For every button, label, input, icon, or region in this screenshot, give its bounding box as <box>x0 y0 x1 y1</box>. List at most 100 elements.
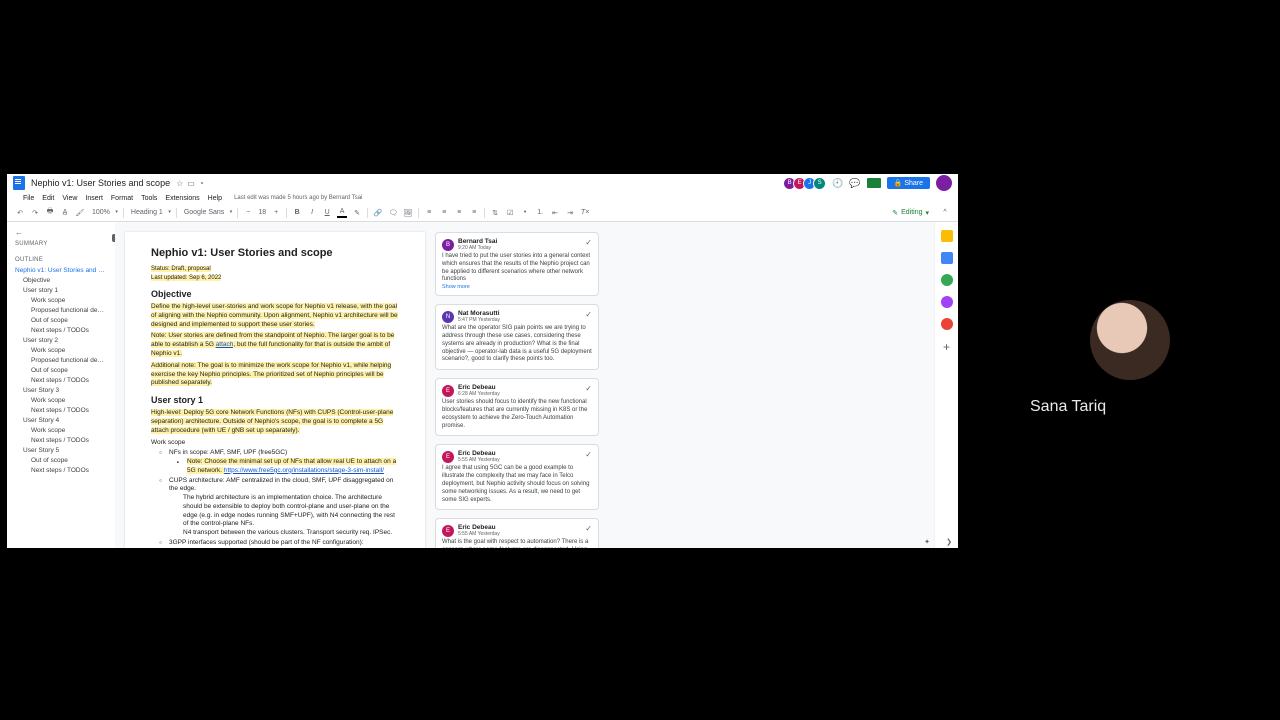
zoom-select[interactable]: 100% <box>90 209 118 216</box>
checklist-button[interactable]: ☑ <box>505 208 515 218</box>
outline-item[interactable]: Work scope <box>9 395 113 405</box>
align-center-button[interactable]: ≡ <box>439 208 449 218</box>
resolve-icon[interactable]: ✓ <box>585 384 592 393</box>
outline-item[interactable]: User story 1 <box>9 285 113 295</box>
outline-collapse-icon[interactable]: ← <box>9 226 113 239</box>
resolve-icon[interactable]: ✓ <box>585 238 592 247</box>
account-avatar[interactable] <box>936 175 952 191</box>
highlight-button[interactable]: ✎ <box>352 208 362 218</box>
outline-item[interactable]: Next steps / TODOs <box>9 325 113 335</box>
menu-file[interactable]: File <box>23 195 34 202</box>
resolve-icon[interactable]: ✓ <box>585 450 592 459</box>
line-spacing-button[interactable]: ⇅ <box>490 208 500 218</box>
print-button[interactable]: 🖶 <box>45 208 55 218</box>
comments-column: ✓BBernard Tsai9:20 AM TodayI have tried … <box>425 226 605 548</box>
add-comment-button[interactable]: 🗨 <box>388 208 398 218</box>
underline-button[interactable]: U <box>322 208 332 218</box>
bulleted-list-button[interactable]: • <box>520 208 530 218</box>
document-title[interactable]: Nephio v1: User Stories and scope <box>31 178 170 188</box>
outline-item[interactable]: Work scope <box>9 345 113 355</box>
outline-item[interactable]: User story 2 <box>9 335 113 345</box>
font-size-input[interactable]: 18 <box>258 209 266 216</box>
move-icon[interactable]: ▭ <box>187 179 195 188</box>
outline-item[interactable]: Proposed functional design <box>9 355 113 365</box>
align-justify-button[interactable]: ≡ <box>469 208 479 218</box>
resolve-icon[interactable]: ✓ <box>585 310 592 319</box>
insert-image-button[interactable]: 🖼 <box>403 208 413 218</box>
menu-edit[interactable]: Edit <box>42 195 54 202</box>
menu-insert[interactable]: Insert <box>85 195 103 202</box>
outline-item[interactable]: User Story 5 <box>9 445 113 455</box>
undo-button[interactable]: ↶ <box>15 208 25 218</box>
side-panel-toggle[interactable]: ❯ <box>946 538 952 546</box>
menu-format[interactable]: Format <box>111 195 133 202</box>
decrease-indent-button[interactable]: ⇤ <box>550 208 560 218</box>
outline-item[interactable]: User Story 3 <box>9 385 113 395</box>
insert-link-button[interactable]: 🔗 <box>373 208 383 218</box>
star-icon[interactable]: ☆ <box>176 179 183 188</box>
menu-view[interactable]: View <box>62 195 77 202</box>
outline-item[interactable]: Out of scope <box>9 455 113 465</box>
collaborator-avatar[interactable]: S <box>813 177 826 190</box>
align-left-button[interactable]: ≡ <box>424 208 434 218</box>
contacts-icon[interactable] <box>941 296 953 308</box>
clear-formatting-button[interactable]: T× <box>580 208 590 218</box>
last-edit-label[interactable]: Last edit was made 5 hours ago by Bernar… <box>234 195 362 201</box>
font-size-decrease[interactable]: − <box>243 208 253 218</box>
outline-item[interactable]: Proposed functional design <box>9 305 113 315</box>
history-icon[interactable]: 🕘 <box>832 178 843 189</box>
cloud-status-icon[interactable]: ◔ <box>199 179 204 188</box>
font-size-increase[interactable]: + <box>271 208 281 218</box>
menu-extensions[interactable]: Extensions <box>165 195 199 202</box>
comment-card[interactable]: ✓EEric Debeau5:55 AM YesterdayWhat is th… <box>435 518 599 548</box>
hide-menus-button[interactable]: ^ <box>940 208 950 218</box>
comment-show-more[interactable]: Show more <box>442 284 592 290</box>
outline-item[interactable]: Out of scope <box>9 365 113 375</box>
outline-item[interactable]: Work scope <box>9 295 113 305</box>
menu-tools[interactable]: Tools <box>141 195 157 202</box>
paragraph-style-select[interactable]: Heading 1 <box>129 209 171 216</box>
explore-button[interactable]: ✦ <box>924 538 930 546</box>
outline-item[interactable]: Objective <box>9 275 113 285</box>
comment-author: Eric Debeau <box>458 524 500 531</box>
menu-help[interactable]: Help <box>208 195 222 202</box>
comment-avatar: E <box>442 385 454 397</box>
paint-format-button[interactable]: 🖌 <box>75 208 85 218</box>
docs-logo-icon[interactable] <box>13 176 25 190</box>
meet-icon[interactable] <box>867 178 881 188</box>
resolve-icon[interactable]: ✓ <box>585 524 592 533</box>
editing-mode-select[interactable]: ✎ Editing ▾ <box>892 209 929 217</box>
numbered-list-button[interactable]: 1. <box>535 208 545 218</box>
tasks-icon[interactable] <box>941 274 953 286</box>
outline-item[interactable]: Work scope <box>9 425 113 435</box>
increase-indent-button[interactable]: ⇥ <box>565 208 575 218</box>
comment-card[interactable]: ✓NNat Morasutti5:47 PM YesterdayWhat are… <box>435 304 599 370</box>
outline-item[interactable]: Next steps / TODOs <box>9 375 113 385</box>
redo-button[interactable]: ↷ <box>30 208 40 218</box>
text-color-button[interactable]: A <box>337 208 347 218</box>
collaborator-avatars[interactable]: BEJS <box>786 177 826 190</box>
comment-avatar: E <box>442 525 454 537</box>
calendar-icon[interactable] <box>941 252 953 264</box>
comment-card[interactable]: ✓BBernard Tsai9:20 AM TodayI have tried … <box>435 232 599 296</box>
addons-button[interactable]: + <box>943 340 950 354</box>
comment-card[interactable]: ✓EEric Debeau5:55 AM YesterdayI agree th… <box>435 444 599 510</box>
outline-item[interactable]: Next steps / TODOs <box>9 465 113 475</box>
align-right-button[interactable]: ≡ <box>454 208 464 218</box>
outline-item[interactable]: User Story 4 <box>9 415 113 425</box>
comments-icon[interactable]: 💬 <box>849 178 860 189</box>
share-button[interactable]: 🔒Share <box>887 177 930 189</box>
comment-card[interactable]: ✓EEric Debeau6:28 AM YesterdayUser stori… <box>435 378 599 436</box>
outline-item[interactable]: Next steps / TODOs <box>9 405 113 415</box>
font-select[interactable]: Google Sans <box>182 209 232 216</box>
comment-body: I agree that using 5GC can be a good exa… <box>442 465 592 504</box>
outline-item[interactable]: Next steps / TODOs <box>9 435 113 445</box>
document-page[interactable]: Nephio v1: User Stories and scope Status… <box>125 232 425 548</box>
maps-icon[interactable] <box>941 318 953 330</box>
keep-icon[interactable] <box>941 230 953 242</box>
bold-button[interactable]: B <box>292 208 302 218</box>
spellcheck-button[interactable]: A̲ <box>60 208 70 218</box>
outline-item[interactable]: Out of scope <box>9 315 113 325</box>
italic-button[interactable]: I <box>307 208 317 218</box>
outline-item[interactable]: Nephio v1: User Stories and sco... <box>9 265 113 275</box>
